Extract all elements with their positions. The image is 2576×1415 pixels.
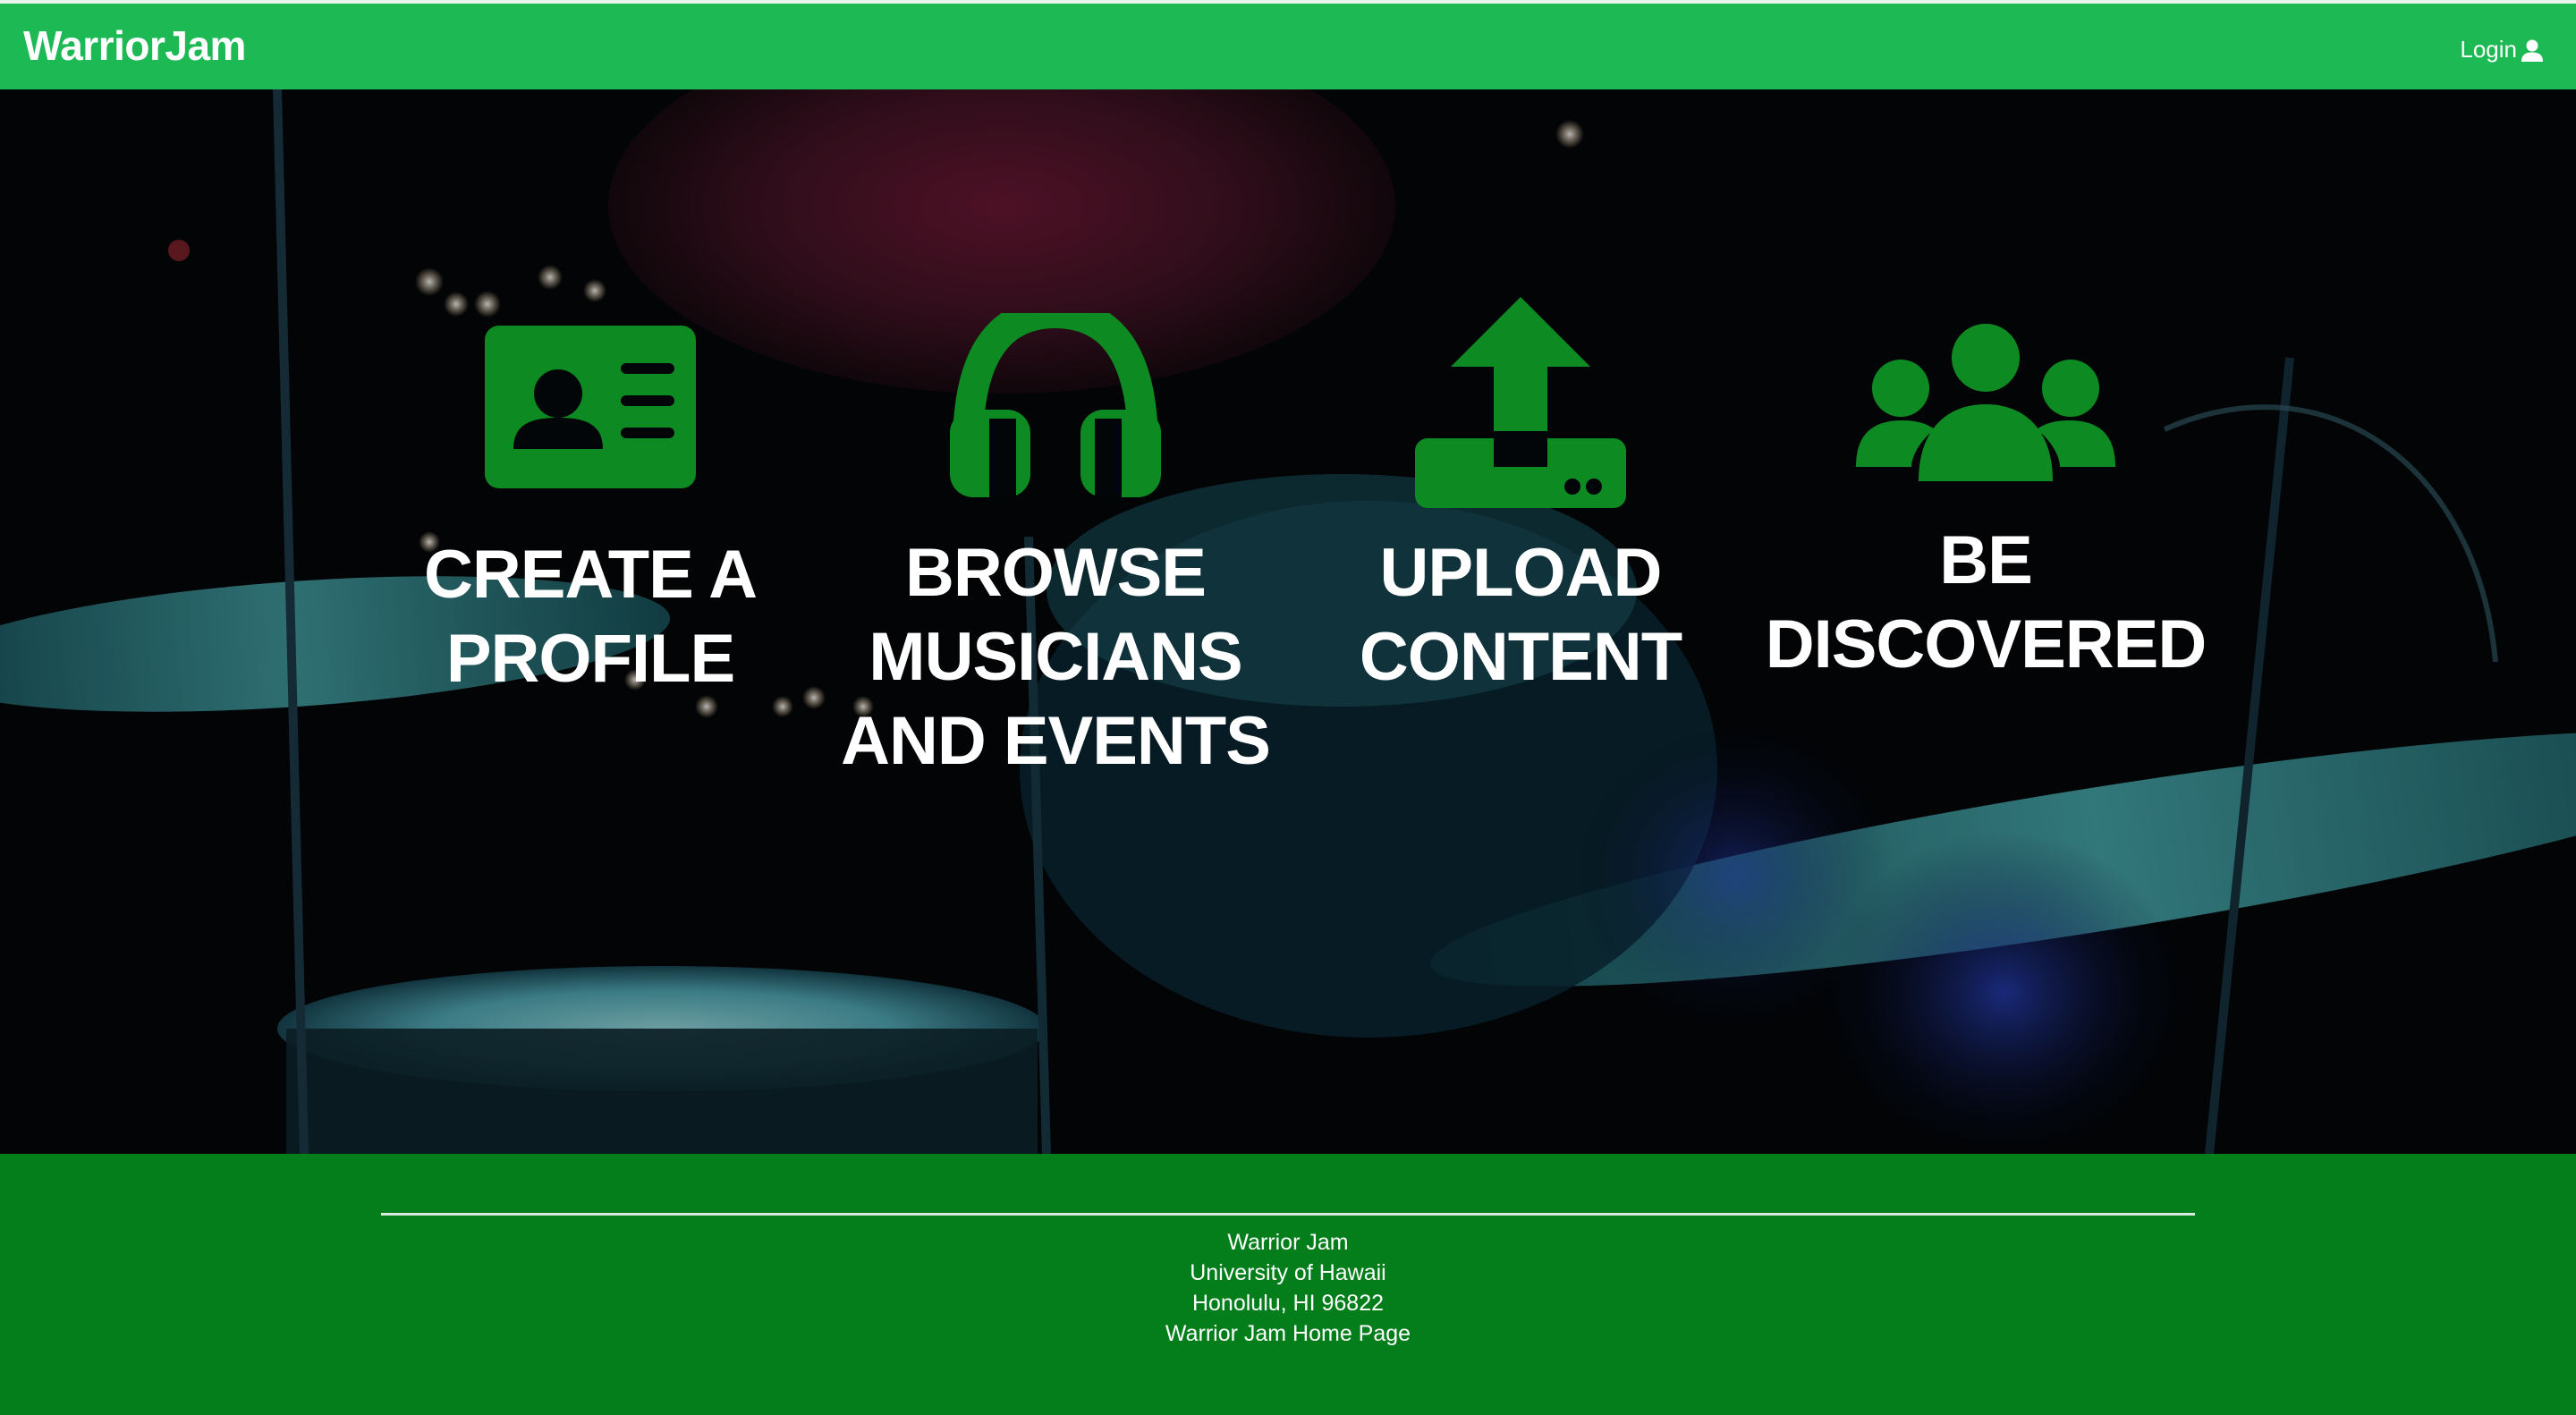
feature-upload-content: UPLOAD CONTENT bbox=[1288, 297, 1753, 699]
top-navbar: WarriorJam Login bbox=[0, 0, 2576, 89]
footer-line-name: Warrior Jam bbox=[1227, 1230, 1349, 1255]
upload-icon bbox=[1415, 297, 1626, 508]
user-icon bbox=[2521, 39, 2543, 62]
login-label: Login bbox=[2460, 36, 2517, 63]
id-card-icon bbox=[485, 326, 696, 488]
users-icon bbox=[1856, 324, 2115, 481]
feature-create-profile: CREATE A PROFILE bbox=[358, 313, 823, 701]
footer-line-university: University of Hawaii bbox=[1190, 1260, 1386, 1285]
brand-link[interactable]: WarriorJam bbox=[23, 21, 246, 70]
page: WarriorJam Login CREATE A PROFILE BROWSE… bbox=[0, 0, 2576, 1415]
feature-label: CREATE A PROFILE bbox=[424, 537, 758, 697]
login-button[interactable]: Login bbox=[2460, 36, 2544, 64]
footer: Warrior Jam University of Hawaii Honolul… bbox=[0, 1154, 2576, 1415]
footer-homepage-link[interactable]: Warrior Jam Home Page bbox=[0, 1318, 2576, 1349]
feature-label: BE DISCOVERED bbox=[1765, 522, 2207, 682]
footer-divider bbox=[381, 1213, 2195, 1216]
feature-be-discovered: BE DISCOVERED bbox=[1753, 324, 2218, 687]
footer-line-city: Honolulu, HI 96822 bbox=[1191, 1291, 1385, 1316]
footer-address: Warrior Jam University of Hawaii Honolul… bbox=[0, 1227, 2576, 1349]
feature-label: UPLOAD CONTENT bbox=[1359, 535, 1682, 695]
headphones-icon bbox=[950, 313, 1161, 497]
feature-label: BROWSE MUSICIANS AND EVENTS bbox=[841, 535, 1271, 779]
feature-browse-musicians: BROWSE MUSICIANS AND EVENTS bbox=[823, 313, 1288, 784]
hero-section: CREATE A PROFILE BROWSE MUSICIANS AND EV… bbox=[0, 89, 2576, 1154]
